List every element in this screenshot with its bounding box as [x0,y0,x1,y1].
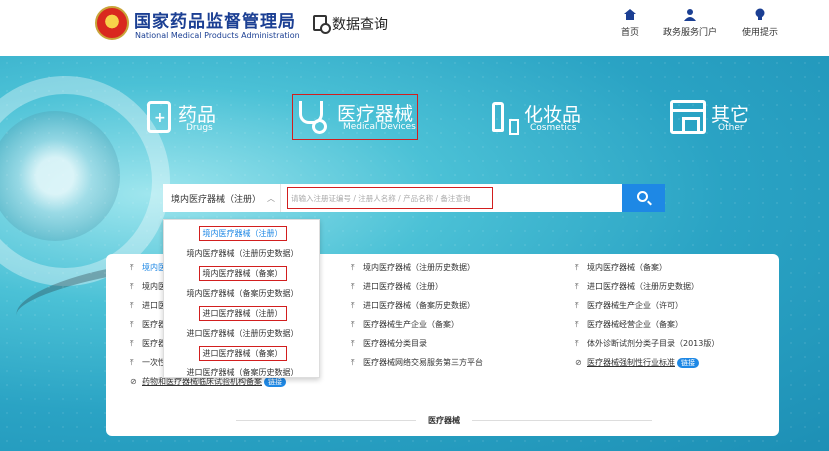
link-badge: 链接 [677,358,699,368]
national-emblem-icon[interactable]: ★ [95,6,129,40]
upload-icon: ⤒ [351,301,355,310]
upload-icon: ⤒ [351,358,355,367]
list-item[interactable]: ⤒ 医疗器 [130,338,166,349]
upload-icon: ⤒ [130,282,134,291]
list-item[interactable]: ⤒ 医疗器械生产企业（备案） [351,319,459,330]
home-icon [624,9,636,20]
search-button[interactable] [622,184,665,212]
nav-home-label: 首页 [620,28,639,38]
header: ★ 国家药品监督管理局 National Medical Products Ad… [0,0,829,56]
category-other[interactable]: 其它 Other [670,96,760,146]
list-item[interactable]: ⤒ 境内医疗器械（注册历史数据） [351,262,475,273]
dropdown-option[interactable]: 进口医疗器械（注册） [164,306,321,321]
dropdown-option[interactable]: 境内医疗器械（备案） [164,266,321,281]
agency-name-en[interactable]: National Medical Products Administration [135,31,300,40]
upload-icon: ⤒ [575,320,579,329]
dropdown-option[interactable]: 进口医疗器械（注册历史数据） [164,328,321,339]
list-item[interactable]: ⤒ 一次性 [130,357,166,368]
list-item[interactable]: ⤒ 境内医 [130,262,166,273]
data-query-icon [313,15,331,34]
upload-icon: ⤒ [130,301,134,310]
list-item[interactable]: ⤒ 进口医疗器械（注册历史数据） [575,281,699,292]
divider [236,420,416,421]
upload-icon: ⤒ [351,339,355,348]
list-item[interactable]: ⤒ 医疗器械网络交易服务第三方平台 [351,357,483,368]
upload-icon: ⤒ [351,263,355,272]
list-item[interactable]: ⤒ 进口医疗器械（备案历史数据） [351,300,475,311]
category-cosmetics-en: Cosmetics [530,123,577,133]
upload-icon: ⤒ [130,263,134,272]
cosmetics-icon [492,102,519,135]
list-item[interactable]: ⤒ 医疗器械分类目录 [351,338,427,349]
divider [472,420,652,421]
category-cosmetics[interactable]: 化妆品 Cosmetics [490,96,590,146]
upload-icon: ⤒ [575,263,579,272]
upload-icon: ⤒ [130,339,134,348]
nav-gov-service-label: 政务服务门户 [662,28,717,38]
category-devices-en: Medical Devices [343,122,416,132]
hero-banner: 药品 Drugs 医疗器械 Medical Devices 化妆品 Cosmet… [0,56,829,451]
chevron-up-icon: ︿ [267,194,275,203]
list-item[interactable]: ⤒ 医疗器械经营企业（备案） [575,319,683,330]
user-icon [684,9,696,21]
scope-select-value: 境内医疗器械（注册） [171,195,262,205]
upload-icon: ⤒ [130,358,134,367]
dropdown-option[interactable]: 境内医疗器械（备案历史数据） [164,288,321,299]
scope-dropdown: 境内医疗器械（注册） 境内医疗器械（注册历史数据） 境内医疗器械（备案） 境内医… [163,219,320,378]
list-item[interactable]: ⤒ 进口医疗器械（注册） [351,281,443,292]
list-item[interactable]: ⤒ 境内医 [130,281,166,292]
upload-icon: ⤒ [575,339,579,348]
upload-icon: ⤒ [351,282,355,291]
upload-icon: ⤒ [575,282,579,291]
category-drugs[interactable]: 药品 Drugs [143,96,233,146]
link-badge: 链接 [264,377,286,387]
list-item[interactable]: ⤒ 进口医 [130,300,166,311]
panel-footer-label: 医疗器械 [428,416,460,425]
category-drugs-en: Drugs [186,123,213,133]
agency-name-cn[interactable]: 国家药品监督管理局 [134,7,296,32]
upload-icon: ⤒ [351,320,355,329]
upload-icon: ⤒ [130,320,134,329]
data-query-title: 数据查询 [332,17,388,33]
nav-gov-service[interactable]: 政务服务门户 [660,8,720,38]
search-icon [637,191,648,202]
list-item[interactable]: ⤒ 体外诊断试剂分类子目录（2013版） [575,338,719,349]
drug-box-icon [147,101,171,133]
list-item[interactable]: ⤒ 医疗器 [130,319,166,330]
link-icon: ⊘ [130,377,137,386]
upload-icon: ⤒ [575,301,579,310]
nav-usage-tips-label: 使用提示 [741,28,778,38]
store-icon [670,100,706,134]
list-item[interactable]: ⤒ 境内医疗器械（备案） [575,262,667,273]
list-item[interactable]: ⤒ 医疗器械生产企业（许可） [575,300,683,311]
lightbulb-icon [755,8,765,20]
dropdown-option[interactable]: 境内医疗器械（注册） [164,226,321,241]
dropdown-option[interactable]: 境内医疗器械（注册历史数据） [164,248,321,259]
dropdown-option[interactable]: 进口医疗器械（备案） [164,346,321,361]
category-medical-devices[interactable]: 医疗器械 Medical Devices [292,94,418,140]
stethoscope-icon [299,101,327,134]
search-input[interactable] [287,187,493,209]
search-bar: 境内医疗器械（注册） ︿ [163,184,665,212]
list-item-mandatory-standards[interactable]: ⊘ 医疗器械强制性行业标准 链接 [575,357,699,368]
dropdown-option[interactable]: 进口医疗器械（备案历史数据） [164,367,321,378]
nav-usage-tips[interactable]: 使用提示 [735,8,785,38]
link-icon: ⊘ [575,358,582,367]
scope-select[interactable]: 境内医疗器械（注册） ︿ [163,184,281,212]
nav-home[interactable]: 首页 [615,8,645,38]
category-other-en: Other [718,123,744,133]
